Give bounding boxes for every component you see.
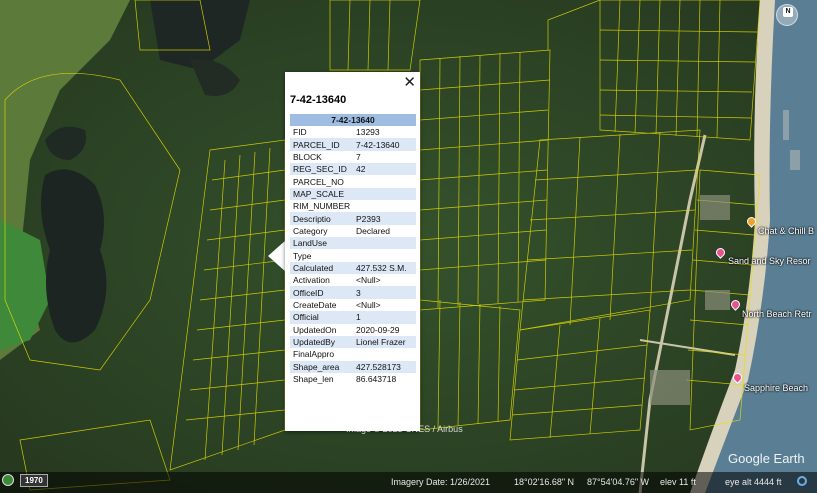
attribute-value bbox=[353, 187, 416, 201]
popup-pointer bbox=[268, 240, 286, 272]
attribute-key: FID bbox=[293, 127, 307, 138]
attribute-key: CreateDate bbox=[293, 299, 337, 310]
attribute-value: P2393 bbox=[353, 212, 416, 225]
attribute-key: OfficeID bbox=[290, 286, 353, 299]
attribute-row: BLOCK 7 bbox=[290, 151, 416, 163]
attribute-value bbox=[353, 249, 416, 261]
attribute-row: CreateDate <Null> bbox=[290, 299, 416, 311]
attribute-row: PARCEL_ID 7-42-13640 bbox=[290, 138, 416, 151]
attribute-row: FID 13293 bbox=[290, 126, 416, 138]
attribute-key: MAP_SCALE bbox=[290, 187, 353, 201]
imagery-copyright: Image © 2023 CNES / Airbus bbox=[346, 424, 463, 434]
year-badge[interactable]: 1970 bbox=[20, 474, 48, 487]
attribute-value: 3 bbox=[353, 286, 416, 299]
attribute-value bbox=[353, 175, 416, 187]
attribute-key: PARCEL_ID bbox=[290, 138, 353, 151]
attribute-value: 86.643718 bbox=[356, 374, 397, 385]
attribute-row: Category Declared bbox=[290, 225, 416, 237]
attribute-value: 7-42-13640 bbox=[353, 138, 416, 151]
attribute-key: LandUse bbox=[290, 237, 353, 250]
latitude-readout: 18°02'16.68" N bbox=[514, 477, 575, 487]
attribute-row: OfficeID 3 bbox=[290, 286, 416, 299]
close-icon[interactable]: ✕ bbox=[403, 75, 416, 90]
attribute-row: MAP_SCALE bbox=[290, 187, 416, 201]
attribute-row: Calculated 427.532 S.M. bbox=[290, 261, 416, 275]
attribute-key: Type bbox=[293, 250, 312, 261]
attribute-row: REG_SEC_ID 42 bbox=[290, 163, 416, 176]
attribute-row: Shape_area 427.528173 bbox=[290, 360, 416, 373]
attribute-row: Descriptio P2393 bbox=[290, 212, 416, 225]
attribute-key: UpdatedOn bbox=[293, 324, 337, 335]
attribute-row: LandUse bbox=[290, 237, 416, 250]
attribute-key: Shape_len bbox=[293, 374, 334, 385]
attribute-key: Calculated bbox=[290, 261, 353, 275]
attribute-value: 2020-09-29 bbox=[356, 324, 400, 335]
attribute-table: 7-42-13640 FID 13293 PARCEL_ID 7-42-13640 BL… bbox=[290, 114, 416, 385]
attribute-row: Type bbox=[290, 249, 416, 261]
attribute-value bbox=[353, 200, 416, 212]
attribute-key: REG_SEC_ID bbox=[290, 163, 353, 176]
attribute-value: 427.528173 bbox=[353, 360, 416, 373]
attribute-value: Lionel Frazer bbox=[353, 335, 416, 349]
attribute-row: Activation <Null> bbox=[290, 274, 416, 286]
attribute-row: PARCEL_NO bbox=[290, 175, 416, 187]
attribute-row: FinalAppro bbox=[290, 348, 416, 360]
attribute-row: Official 1 bbox=[290, 311, 416, 324]
compass-control[interactable]: N bbox=[776, 4, 798, 26]
attribute-key: Official bbox=[290, 311, 353, 324]
attribute-value: <Null> bbox=[356, 299, 381, 310]
popup-title: 7-42-13640 bbox=[290, 94, 347, 106]
place-label-sapphire[interactable]: Sapphire Beach bbox=[744, 383, 808, 393]
attribute-key: PARCEL_NO bbox=[293, 176, 344, 187]
longitude-readout: 87°54'04.76" W bbox=[587, 477, 650, 487]
eye-altitude-readout: eye alt 4444 ft bbox=[725, 477, 782, 487]
attribute-key: BLOCK bbox=[293, 151, 322, 162]
place-label-north-beach[interactable]: North Beach Retr bbox=[742, 309, 812, 319]
attribute-value bbox=[353, 237, 416, 250]
attribute-key: Descriptio bbox=[290, 212, 353, 225]
parcel-info-popup: ✕ 7-42-13640 7-42-13640 FID 13293 PARCEL_I… bbox=[285, 72, 420, 431]
attribute-value: 7 bbox=[356, 151, 361, 162]
attribute-key: Shape_area bbox=[290, 360, 353, 373]
place-label-chat-chill[interactable]: Chat & Chill B bbox=[758, 226, 814, 236]
attribute-row: UpdatedBy Lionel Frazer bbox=[290, 335, 416, 349]
attribute-row: RIM_NUMBER bbox=[290, 200, 416, 212]
google-earth-logo: Google Earth bbox=[728, 451, 805, 466]
place-label-sand-sky[interactable]: Sand and Sky Resor bbox=[728, 256, 811, 266]
attribute-key: RIM_NUMBER bbox=[293, 201, 351, 212]
imagery-date: Imagery Date: 1/26/2021 bbox=[391, 477, 491, 487]
attribute-row: UpdatedOn 2020-09-29 bbox=[290, 324, 416, 336]
compass-north-icon[interactable]: N bbox=[783, 7, 793, 17]
status-bar: Imagery Date: 1/26/2021 18°02'16.68" N 8… bbox=[0, 472, 817, 493]
elevation-readout: elev 11 ft bbox=[660, 477, 696, 487]
attribute-value: 1 bbox=[353, 311, 416, 324]
streaming-progress-icon bbox=[797, 476, 807, 486]
attribute-value: 13293 bbox=[356, 127, 380, 138]
attribute-row: Shape_len 86.643718 bbox=[290, 373, 416, 385]
attribute-value: 42 bbox=[353, 163, 416, 176]
attribute-key: UpdatedBy bbox=[290, 335, 353, 349]
historical-imagery-icon[interactable] bbox=[2, 474, 14, 486]
attribute-key: Category bbox=[293, 225, 328, 236]
attribute-value: Declared bbox=[356, 225, 391, 236]
attribute-value: 427.532 S.M. bbox=[353, 261, 416, 275]
attribute-key: Activation bbox=[293, 275, 330, 286]
attribute-key: FinalAppro bbox=[293, 349, 335, 360]
attribute-value: <Null> bbox=[356, 275, 381, 286]
attribute-value bbox=[353, 348, 416, 360]
attribute-table-header: 7-42-13640 bbox=[290, 114, 416, 126]
